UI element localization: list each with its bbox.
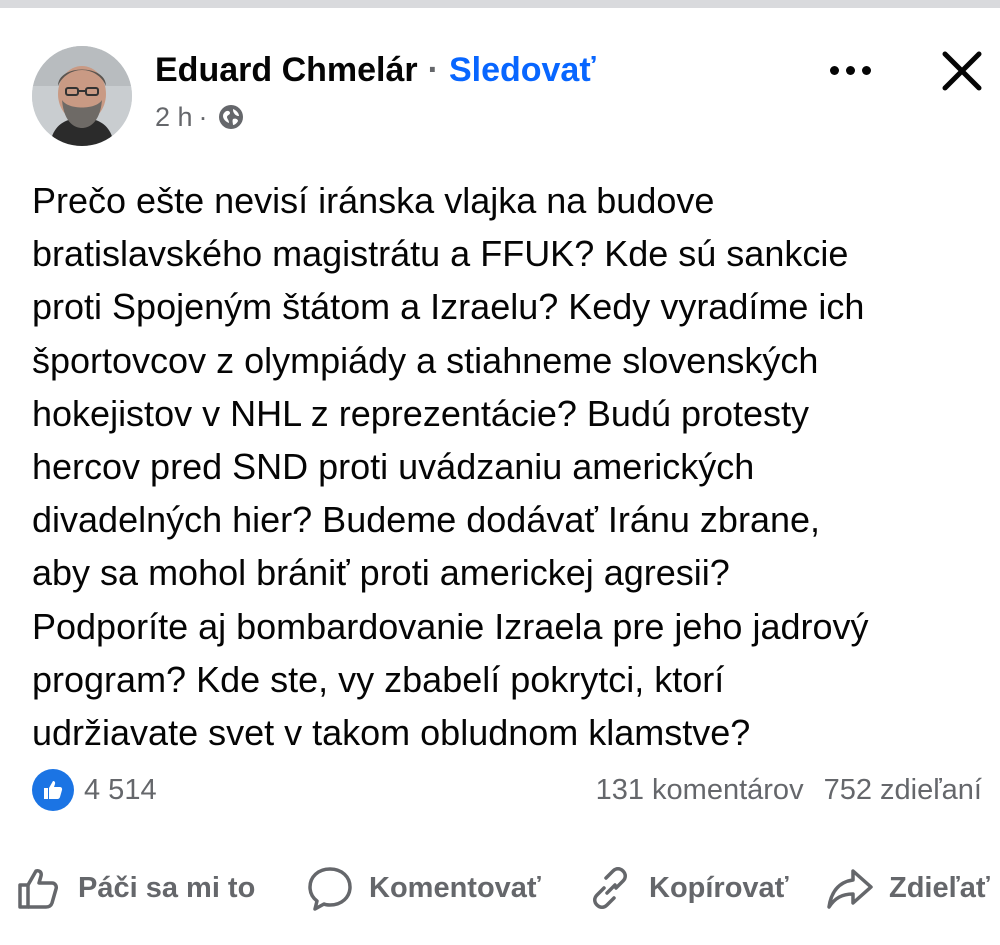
post-body: Prečo ešte nevisí iránska vlajka na budo… [32, 174, 992, 759]
author-line: Eduard Chmelár · Sledovať [155, 48, 596, 92]
facebook-post: Eduard Chmelár · Sledovať 2 h · Prečo eš… [0, 8, 1000, 945]
post-timestamp[interactable]: 2 h [155, 102, 193, 133]
dot [829, 65, 839, 75]
engagement-stats: 131 komentárov 752 zdieľaní [596, 768, 982, 812]
post-text-line: aby sa mohol brániť proti americkej agre… [32, 552, 730, 594]
post-text-line: hokejistov v NHL z reprezentácie? Budú p… [32, 392, 810, 434]
dot [845, 65, 855, 75]
post-text-line: proti Spojeným štátom a Izraelu? Kedy vy… [32, 286, 865, 328]
reaction-count: 4 514 [84, 773, 157, 806]
post-text-line: bratislavského magistrátu a FFUK? Kde sú… [32, 233, 849, 275]
dot [861, 65, 871, 75]
link-icon [593, 867, 627, 909]
reactions-summary[interactable]: 4 514 [32, 768, 157, 812]
comments-count[interactable]: 131 komentárov [596, 774, 804, 807]
author-name[interactable]: Eduard Chmelár [155, 51, 418, 90]
share-button[interactable]: Zdieľať [825, 858, 990, 918]
share-label: Zdieľať [889, 871, 990, 904]
thumbs-up-icon [18, 869, 58, 909]
comment-button[interactable]: Komentovať [305, 858, 541, 918]
copy-button[interactable]: Kopírovať [585, 858, 789, 918]
action-bar: Páči sa mi to Komentovať Kopírovať Zdieľ… [0, 858, 1000, 918]
name-separator: · [427, 50, 439, 89]
share-icon [827, 869, 873, 909]
post-text-line: divadelných hier? Budeme dodávať Iránu z… [32, 499, 821, 541]
close-icon[interactable] [935, 44, 989, 98]
post-text-line: program? Kde ste, vy zbabelí pokrytci, k… [32, 658, 725, 700]
comment-icon [308, 867, 352, 911]
like-reaction-icon [32, 769, 74, 811]
top-divider [0, 0, 1000, 8]
globe-icon[interactable] [218, 104, 244, 130]
like-label: Páči sa mi to [78, 871, 256, 904]
post-meta: 2 h · [155, 100, 244, 134]
more-options-icon[interactable] [820, 48, 880, 92]
post-text-line: udržiavate svet v takom obludnom klamstv… [32, 712, 751, 754]
shares-count[interactable]: 752 zdieľaní [824, 774, 982, 807]
post-text-line: športovcov z olympiády a stiahneme slove… [32, 339, 819, 381]
avatar-photo [32, 46, 132, 146]
meta-separator: · [198, 101, 208, 132]
author-avatar[interactable] [32, 46, 132, 146]
like-button[interactable]: Páči sa mi to [14, 858, 255, 918]
post-text-line: Podporíte aj bombardovanie Izraela pre j… [32, 605, 869, 647]
post-text-line: hercov pred SND proti uvádzaniu americký… [32, 446, 755, 488]
post-text-line: Prečo ešte nevisí iránska vlajka na budo… [32, 180, 715, 221]
copy-label: Kopírovať [649, 871, 789, 904]
follow-button[interactable]: Sledovať [449, 51, 596, 90]
comment-label: Komentovať [369, 871, 541, 904]
